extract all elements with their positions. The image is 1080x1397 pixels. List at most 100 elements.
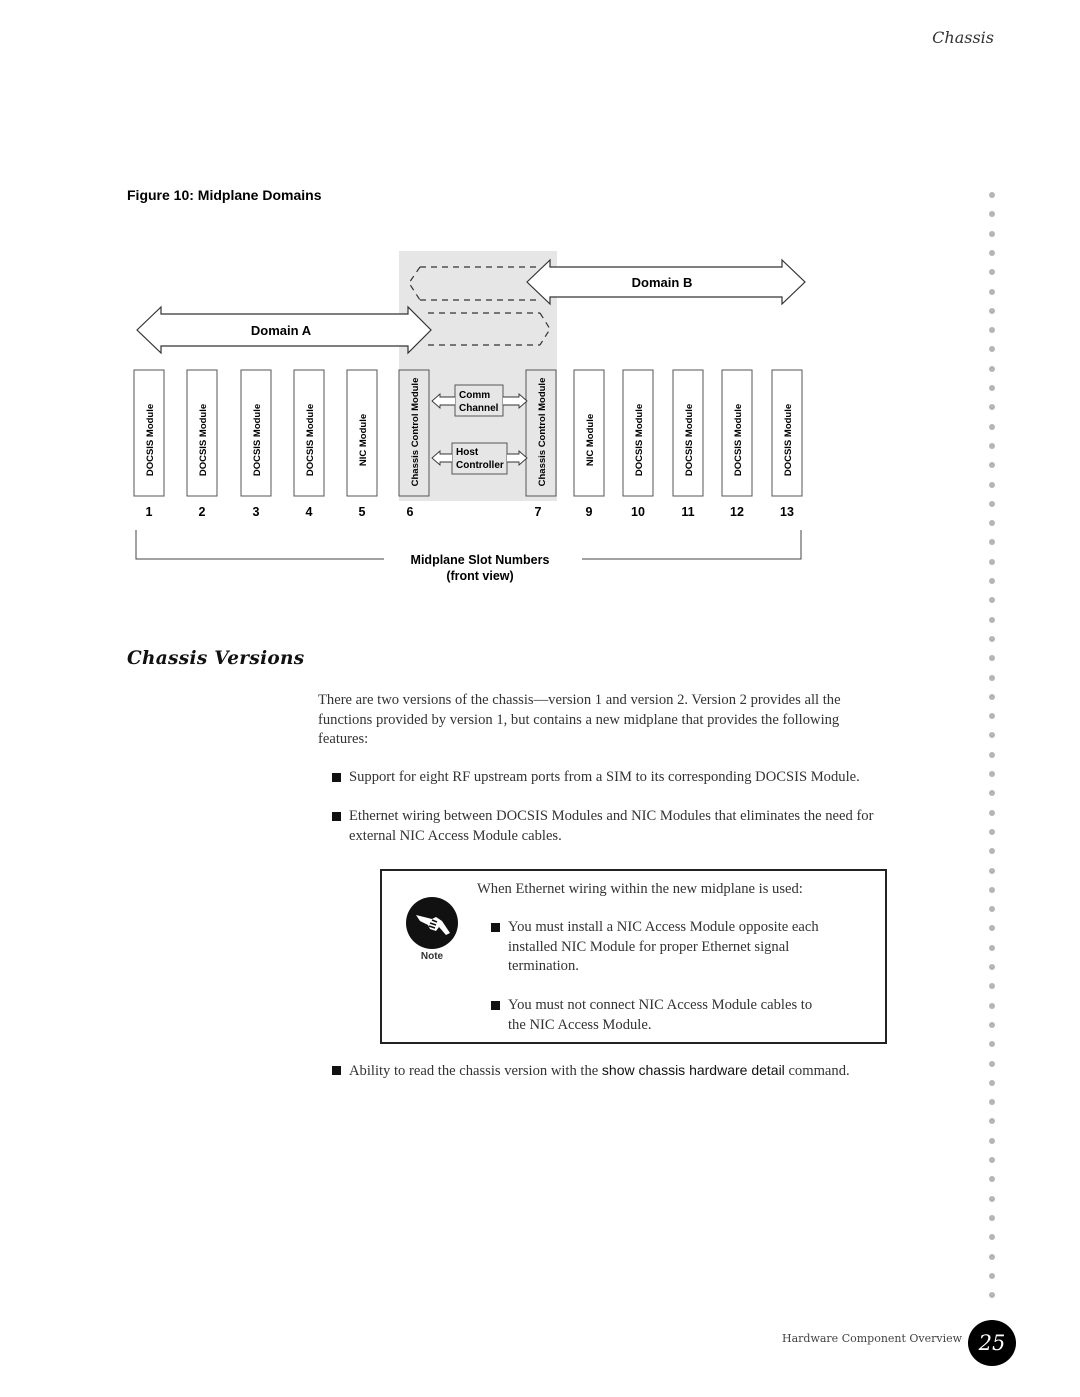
slot-module: NIC Module 9 <box>573 369 605 519</box>
intro-line: functions provided by version 1, but con… <box>318 711 840 728</box>
margin-dot <box>989 230 995 237</box>
margin-dot <box>989 964 995 970</box>
slot-module: DOCSIS Module 12 <box>721 369 753 519</box>
slot-bracket-left <box>135 530 384 560</box>
bullet-text-after: command. <box>784 1063 850 1079</box>
note-lead: When Ethernet wiring within the new midp… <box>477 881 803 897</box>
domain-b-label: Domain B <box>632 275 693 290</box>
margin-dot <box>989 1041 995 1048</box>
margin-dot <box>989 1176 995 1183</box>
bullet-line: Support for eight RF upstream ports from… <box>349 769 860 785</box>
intro-paragraph: There are two versions of the chassis—ve… <box>318 691 958 750</box>
margin-dot <box>989 307 995 314</box>
margin-dot <box>989 597 995 604</box>
cli-command: show chassis hardware detail <box>601 1062 785 1078</box>
module-label: DOCSIS Module <box>783 404 794 476</box>
margin-dot <box>989 1137 995 1144</box>
note-hand-icon <box>406 897 458 949</box>
host-controller-box: Host Controller <box>451 442 508 475</box>
bullet-square-icon <box>491 1001 500 1010</box>
bullet-line: external NIC Access Module cables. <box>349 827 562 844</box>
margin-dot <box>989 1118 995 1125</box>
bullet-text: You must not connect NIC Access Module c… <box>508 996 812 1035</box>
module-label: DOCSIS Module <box>305 404 316 476</box>
page-number: 25 <box>968 1320 1016 1366</box>
margin-dot <box>989 1214 995 1221</box>
slot-module: DOCSIS Module 2 <box>186 369 218 519</box>
margin-dot <box>989 828 995 835</box>
margin-dot <box>989 249 995 256</box>
comm-channel-label-2: Channel <box>459 403 499 414</box>
bullet-line: termination. <box>508 958 579 974</box>
slot-module: DOCSIS Module 11 <box>672 369 704 519</box>
note-label: Note <box>420 951 444 962</box>
bullet-square-icon <box>332 812 341 821</box>
slot-number: 1 <box>146 505 153 519</box>
slot-number: 2 <box>199 505 206 519</box>
margin-dot <box>989 1292 995 1299</box>
module-label: DOCSIS Module <box>634 404 645 476</box>
margin-dot <box>989 365 995 372</box>
margin-dot <box>989 732 995 739</box>
margin-dot <box>989 751 995 758</box>
module-label: DOCSIS Module <box>252 404 263 476</box>
bullet-line: You must not connect NIC Access Module c… <box>508 997 813 1013</box>
bullet-text: You must install a NIC Access Module opp… <box>508 918 819 977</box>
margin-dot <box>989 655 995 662</box>
slot-bracket-right <box>582 530 802 560</box>
slot-number: 6 <box>407 505 414 519</box>
margin-dot <box>989 1060 995 1067</box>
margin-dot <box>989 1253 995 1260</box>
slot-number: 10 <box>631 505 645 519</box>
slot-module: DOCSIS Module 13 <box>771 369 803 519</box>
margin-dot <box>989 848 995 855</box>
margin-dot <box>989 886 995 893</box>
margin-dot <box>989 635 995 642</box>
slot-number: 4 <box>306 505 313 519</box>
slot-module: DOCSIS Module 4 <box>293 369 325 519</box>
module-label: DOCSIS Module <box>198 404 209 476</box>
module-label: NIC Module <box>585 414 596 466</box>
margin-dot <box>989 1099 995 1106</box>
margin-dot <box>989 1079 995 1086</box>
margin-dot <box>989 771 995 777</box>
slot-module: DOCSIS Module 3 <box>240 369 272 519</box>
margin-dot <box>989 1272 995 1279</box>
margin-dot <box>989 481 995 488</box>
axis-label-line-2: (front view) <box>446 569 513 583</box>
margin-dot <box>989 578 995 584</box>
bullet-square-icon <box>332 1066 341 1075</box>
bullet-line: the NIC Access Module. <box>508 1016 652 1033</box>
margin-dot <box>989 288 995 295</box>
module-label: Chassis Control Module <box>410 378 421 487</box>
midplane-domains-diagram: Domain B Domain A DOCSIS Module1DOCSIS M… <box>133 251 806 583</box>
margin-dot <box>989 1157 995 1163</box>
slot-module: DOCSIS Module 10 <box>622 369 654 519</box>
margin-dot <box>989 809 995 816</box>
slot-number: 5 <box>359 505 366 519</box>
comm-channel-box: Comm Channel <box>454 384 504 417</box>
bullet-text: Support for eight RF upstream ports from… <box>349 768 860 788</box>
comm-channel-label-1: Comm <box>459 390 490 401</box>
bullet-text: Ethernet wiring between DOCSIS Modules a… <box>349 807 873 846</box>
bullet-line: You must install a NIC Access Module opp… <box>508 919 819 935</box>
margin-dot <box>989 867 995 874</box>
margin-dot <box>989 1234 995 1241</box>
margin-dot <box>989 442 995 449</box>
margin-dot <box>989 944 995 951</box>
slot-number: 11 <box>681 505 694 519</box>
margin-dot <box>989 1002 995 1009</box>
margin-dot <box>989 790 995 797</box>
margin-dot <box>989 983 995 990</box>
margin-dot <box>989 674 995 681</box>
slot-number: 13 <box>780 505 794 519</box>
section-title: Chassis Versions <box>127 648 305 669</box>
module-label: Chassis Control Module <box>537 378 548 487</box>
margin-dot <box>989 925 995 932</box>
margin-dot <box>989 906 995 913</box>
margin-dot <box>989 693 995 700</box>
bullet-text-before: Ability to read the chassis version with… <box>349 1063 602 1079</box>
slot-number: 12 <box>730 505 744 519</box>
margin-dot <box>989 558 995 565</box>
module-label: DOCSIS Module <box>684 404 695 476</box>
